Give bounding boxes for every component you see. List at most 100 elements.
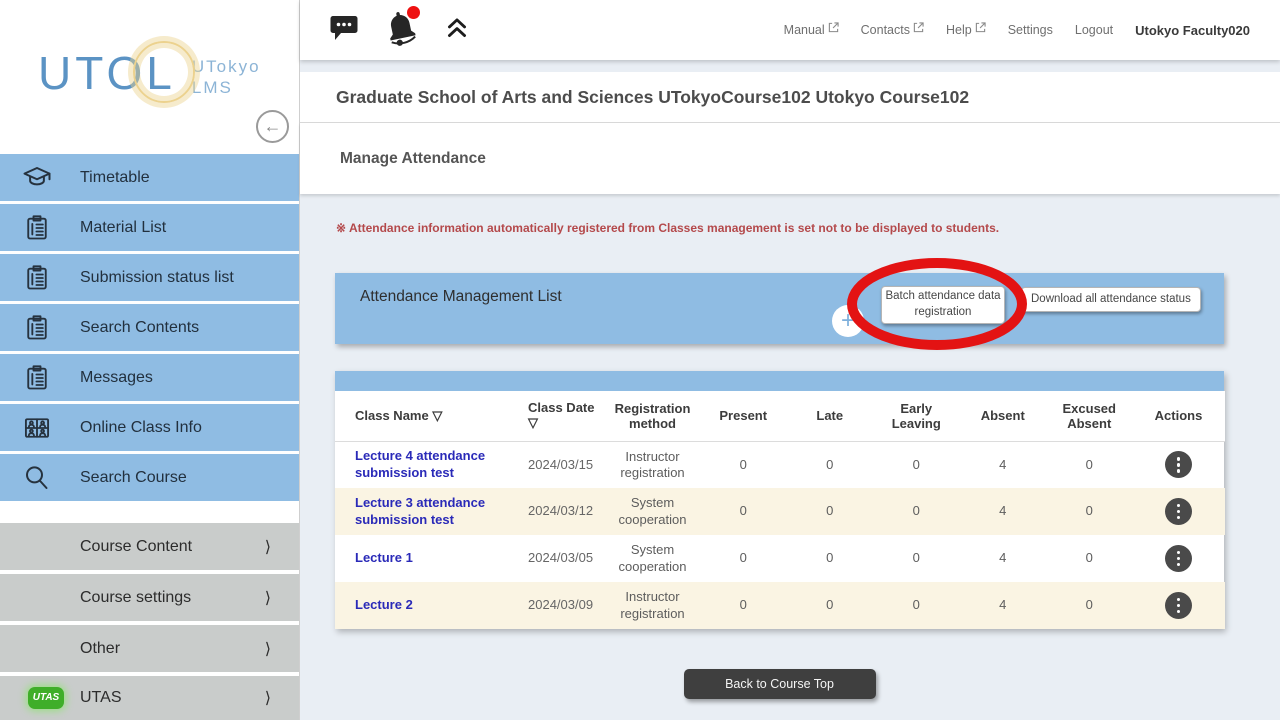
notifications-bell-icon[interactable] (384, 9, 418, 52)
app-window: UTOL UTokyo LMS ← Timetable (0, 0, 1280, 720)
registration-method-cell: System cooperation (605, 535, 700, 582)
notification-badge (407, 6, 420, 19)
sidebar-item-online-class-info[interactable]: Online Class Info (0, 404, 299, 451)
clipboard-icon (20, 211, 54, 245)
sidebar-item-messages[interactable]: Messages (0, 354, 299, 401)
utol-logo-suffix: UTokyo LMS (192, 56, 261, 99)
row-actions-kebab-icon[interactable] (1165, 498, 1192, 525)
excused-absent-cell: 0 (1046, 535, 1133, 582)
sidebar-item-material-list[interactable]: Material List (0, 204, 299, 251)
contacts-link[interactable]: Contacts (861, 23, 924, 37)
topbar-nav: Manual Contacts Help Settings Logout Uto… (784, 23, 1250, 38)
online-class-icon (20, 411, 54, 445)
present-cell: 0 (700, 535, 787, 582)
sidebar-item-label: Course settings (80, 589, 191, 607)
sidebar-item-label: Online Class Info (80, 419, 202, 437)
chevron-right-icon: ⟩ (265, 588, 271, 608)
late-cell: 0 (787, 582, 874, 629)
table-row: Lecture 2 2024/03/09 Instructor registra… (335, 582, 1225, 629)
table-row: Lecture 3 attendance submission test 202… (335, 488, 1225, 535)
class-name-link[interactable]: Lecture 1 (355, 550, 413, 567)
header-class-date[interactable]: Class Date ▽ (520, 391, 605, 441)
manual-link[interactable]: Manual (784, 23, 839, 37)
row-actions-kebab-icon[interactable] (1165, 451, 1192, 478)
absent-cell: 4 (960, 582, 1047, 629)
header-excused-absent: Excused Absent (1046, 391, 1133, 441)
header-registration-method: Registration method (605, 391, 700, 441)
absent-cell: 4 (960, 535, 1047, 582)
external-link-icon (913, 22, 924, 33)
attendance-warning-note: ※ Attendance information automatically r… (336, 221, 1280, 235)
class-name-link[interactable]: Lecture 4 attendance submission test (355, 448, 516, 482)
topbar: Manual Contacts Help Settings Logout Uto… (300, 0, 1280, 60)
table-header-row: Class Name ▽ Class Date ▽ Registration m… (335, 391, 1225, 441)
sidebar-item-utas[interactable]: UTAS UTAS ⟩ (0, 676, 299, 720)
sidebar-secondary-menu: Course Content ⟩ Course settings ⟩ Other… (0, 523, 299, 720)
chevron-right-icon: ⟩ (265, 688, 271, 708)
early-leaving-cell: 0 (873, 582, 960, 629)
help-link[interactable]: Help (946, 23, 986, 37)
absent-cell: 4 (960, 488, 1047, 535)
row-actions-kebab-icon[interactable] (1165, 545, 1192, 572)
sidebar-collapse-button[interactable]: ← (256, 110, 289, 143)
sidebar-item-label: Search Contents (80, 319, 199, 337)
chat-icon[interactable] (330, 15, 358, 46)
class-date-cell: 2024/03/15 (520, 441, 605, 488)
header-class-name[interactable]: Class Name ▽ (335, 391, 520, 441)
class-date-cell: 2024/03/05 (520, 535, 605, 582)
page-title: Manage Attendance (340, 150, 486, 168)
absent-cell: 4 (960, 441, 1047, 488)
clipboard-icon (20, 311, 54, 345)
attendance-table: Class Name ▽ Class Date ▽ Registration m… (335, 371, 1224, 629)
present-cell: 0 (700, 582, 787, 629)
clipboard-icon (20, 361, 54, 395)
clipboard-icon (20, 261, 54, 295)
main-area: Manual Contacts Help Settings Logout Uto… (300, 0, 1280, 720)
batch-attendance-registration-button[interactable]: Batch attendance data registration (881, 286, 1005, 324)
sidebar: UTOL UTokyo LMS ← Timetable (0, 0, 300, 720)
sidebar-item-course-content[interactable]: Course Content ⟩ (0, 523, 299, 570)
sidebar-item-label: Search Course (80, 469, 187, 487)
row-actions-kebab-icon[interactable] (1165, 592, 1192, 619)
external-link-icon (828, 22, 839, 33)
sidebar-item-label: Other (80, 640, 120, 658)
attendance-management-panel: Attendance Management List + Batch atten… (335, 273, 1224, 344)
header-actions: Actions (1133, 391, 1225, 441)
download-all-attendance-button[interactable]: Download all attendance status (1021, 287, 1201, 312)
sidebar-item-course-settings[interactable]: Course settings ⟩ (0, 574, 299, 621)
class-name-link[interactable]: Lecture 3 attendance submission test (355, 495, 516, 529)
header-early-leaving: Early Leaving (873, 391, 960, 441)
external-link-icon (975, 22, 986, 33)
sidebar-item-search-course[interactable]: Search Course (0, 454, 299, 501)
add-attendance-button[interactable]: + (832, 305, 864, 337)
sidebar-item-label: Timetable (80, 169, 150, 187)
early-leaving-cell: 0 (873, 441, 960, 488)
utas-logo-icon: UTAS (28, 687, 64, 709)
chevron-right-icon: ⟩ (265, 537, 271, 557)
collapse-topbar-icon[interactable] (444, 14, 470, 47)
registration-method-cell: Instructor registration (605, 441, 700, 488)
search-icon (20, 461, 54, 495)
chevron-right-icon: ⟩ (265, 639, 271, 659)
sidebar-item-timetable[interactable]: Timetable (0, 154, 299, 201)
footer-actions: Back to Course Top (335, 669, 1224, 699)
registration-method-cell: System cooperation (605, 488, 700, 535)
back-to-course-top-button[interactable]: Back to Course Top (684, 669, 876, 699)
panel-title: Attendance Management List (360, 288, 562, 306)
registration-method-cell: Instructor registration (605, 582, 700, 629)
section-title-band: Manage Attendance (300, 123, 1280, 194)
header-late: Late (787, 391, 874, 441)
late-cell: 0 (787, 488, 874, 535)
utol-logo-text: UTOL (38, 50, 176, 96)
late-cell: 0 (787, 441, 874, 488)
settings-link[interactable]: Settings (1008, 23, 1053, 37)
class-name-link[interactable]: Lecture 2 (355, 597, 413, 614)
table-row: Lecture 4 attendance submission test 202… (335, 441, 1225, 488)
content-area: ※ Attendance information automatically r… (300, 194, 1280, 720)
header-absent: Absent (960, 391, 1047, 441)
logo-area: UTOL UTokyo LMS ← (0, 0, 299, 154)
sidebar-item-submission-status-list[interactable]: Submission status list (0, 254, 299, 301)
sidebar-item-other[interactable]: Other ⟩ (0, 625, 299, 672)
sidebar-item-search-contents[interactable]: Search Contents (0, 304, 299, 351)
logout-link[interactable]: Logout (1075, 23, 1113, 37)
